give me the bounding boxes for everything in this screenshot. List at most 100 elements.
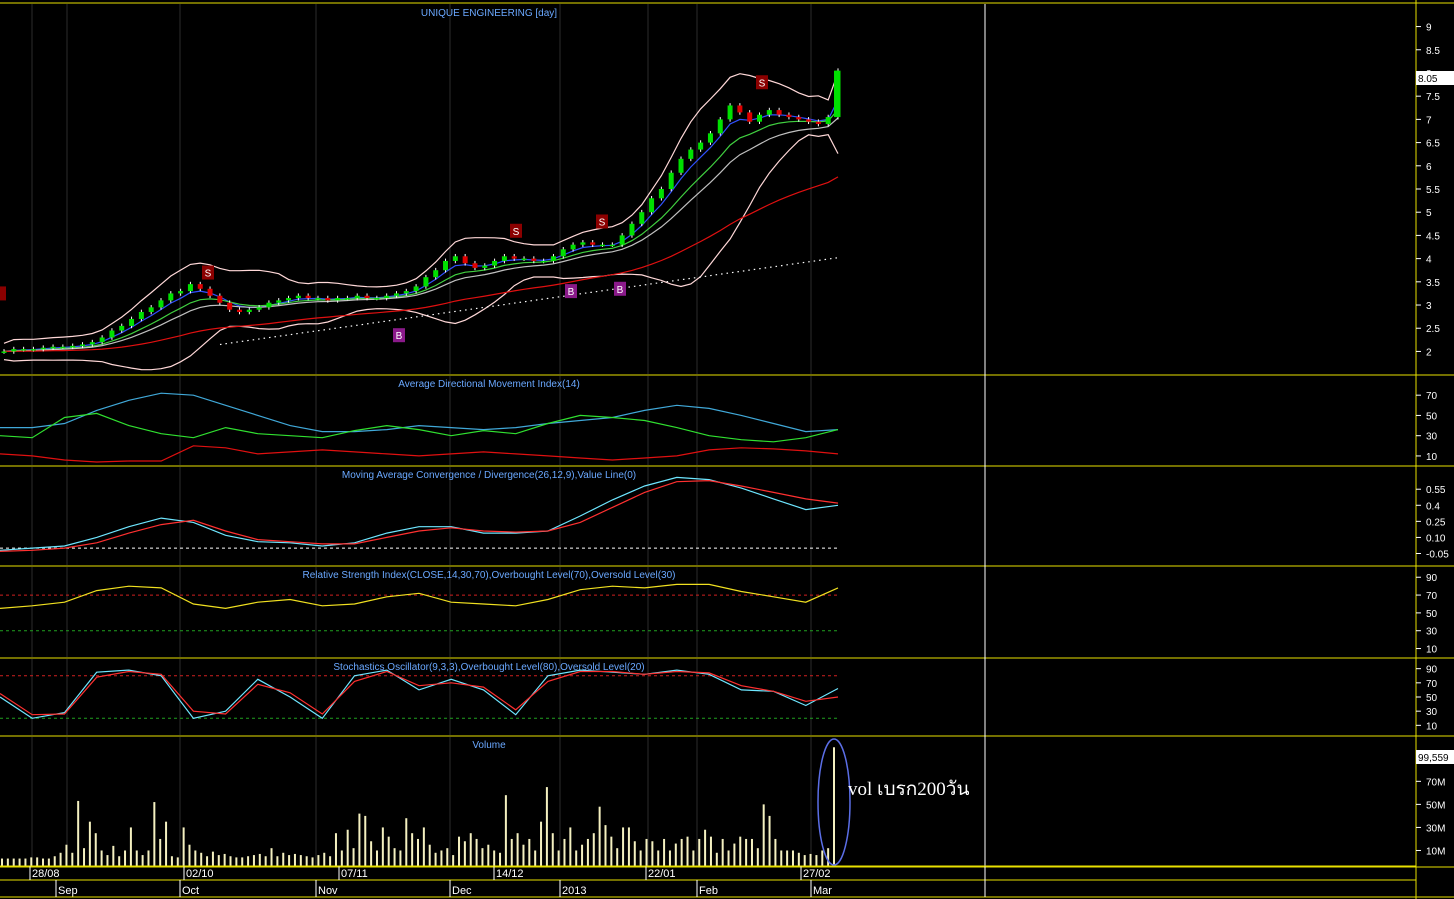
axis-tick-label: 10 — [1426, 721, 1438, 732]
volume-bar — [721, 838, 724, 866]
axis-tick-label: 4.5 — [1426, 231, 1440, 242]
candle-body — [619, 235, 625, 245]
volume-bar — [393, 848, 396, 866]
axis-tick-label: 5.5 — [1426, 185, 1440, 196]
volume-bar — [417, 838, 419, 866]
indicator-line — [0, 392, 839, 433]
volume-breakout-annotation: vol เบรก200วัน — [848, 779, 970, 800]
volume-bar — [786, 850, 789, 866]
volume-bar — [750, 838, 753, 866]
volume-bar — [774, 838, 777, 866]
volume-bar — [170, 856, 173, 866]
stochastic-panel: Stochastics Oscillator(9,3,3),Overbought… — [0, 662, 839, 720]
candle-body — [609, 244, 615, 247]
axis-tick-label: 30 — [1426, 707, 1438, 718]
candle-body — [207, 288, 213, 296]
axis-tick-label: 50 — [1426, 693, 1438, 704]
volume-bar — [709, 836, 712, 866]
volume-bar — [83, 848, 86, 866]
volume-bar — [463, 841, 466, 866]
volume-bar — [493, 850, 496, 866]
axis-tick-label: -0.05 — [1426, 550, 1449, 561]
volume-bar — [311, 857, 314, 866]
volume-bar — [715, 852, 718, 866]
volume-bar — [698, 838, 701, 866]
adx-panel-title: Average Directional Movement Index(14) — [398, 379, 580, 390]
volume-bar — [264, 856, 267, 866]
volume-bar — [592, 833, 595, 866]
volume-bar — [733, 843, 736, 866]
chart-canvas: UNIQUE ENGINEERING [day] S S S S B B B Average… — [0, 0, 1454, 899]
candle-body — [70, 345, 76, 348]
volume-bar — [657, 850, 660, 866]
volume-bar — [534, 850, 537, 866]
axis-tick-label: 3.5 — [1426, 278, 1440, 289]
candle-body — [227, 302, 233, 310]
candle-body — [776, 110, 782, 115]
volume-bar — [288, 855, 291, 866]
volume-bar — [469, 833, 472, 866]
volume-bar — [59, 852, 62, 866]
volume-bar — [481, 848, 484, 866]
axis-tick-label: 0.25 — [1426, 517, 1446, 528]
volume-bar — [633, 841, 636, 866]
volume-bar — [182, 827, 185, 866]
volume-bar — [106, 855, 109, 866]
volume-bar — [94, 833, 97, 866]
volume-bar — [768, 815, 771, 866]
candle-body — [492, 260, 498, 266]
axis-tick-label: 90 — [1426, 573, 1438, 584]
volume-bar — [428, 844, 431, 866]
candle-body — [825, 117, 831, 125]
candle-body — [815, 121, 821, 125]
candle-body — [678, 158, 684, 173]
candle-body — [462, 256, 468, 264]
indicator-line — [0, 412, 839, 443]
volume-bar — [323, 852, 326, 866]
volume-bar — [827, 848, 830, 866]
volume-bar — [381, 827, 384, 866]
candle-body — [806, 119, 812, 122]
volume-bar — [147, 850, 150, 866]
candle-body — [433, 270, 439, 278]
axis-tick-label: 10 — [1426, 645, 1438, 656]
candle-body — [384, 295, 390, 299]
volume-bar — [833, 747, 835, 866]
rsi-panel: Relative Strength Index(CLOSE,14,30,70),… — [0, 570, 839, 632]
candle-body — [99, 337, 105, 343]
candle-body — [217, 295, 223, 303]
time-axis-date-label: 22/01 — [648, 868, 676, 880]
axis-tick-label: 0.55 — [1426, 485, 1446, 496]
volume-bar — [100, 850, 103, 866]
volume-bar — [510, 838, 513, 866]
candle-body — [40, 347, 46, 350]
volume-bar — [446, 848, 449, 866]
time-axis-date-label: 27/02 — [803, 868, 831, 880]
axis-tick-label: 50M — [1426, 800, 1445, 811]
signal-label: B — [568, 287, 575, 298]
volume-bar — [153, 802, 156, 866]
time-axis[interactable]: 28/08 02/10 07/11 14/12 22/01 27/02 Sep Oct Nov D… — [29, 866, 832, 897]
axis-tick-label: 8.5 — [1426, 46, 1440, 57]
volume-bar — [340, 850, 343, 866]
price-axis[interactable]: 98.587.576.565.554.543.532.52705030100.5… — [1416, 23, 1449, 858]
axis-tick-label: 2 — [1426, 347, 1432, 358]
time-axis-date-label: 28/08 — [32, 868, 60, 880]
volume-bar — [516, 833, 519, 866]
volume-bar — [370, 841, 373, 866]
candle-body — [60, 346, 66, 349]
volume-bar — [276, 856, 279, 866]
ema-mid-line — [3, 109, 839, 352]
candle-body — [668, 172, 674, 189]
signal-label: S — [599, 217, 606, 228]
candle-body — [413, 286, 419, 292]
volume-bar — [18, 858, 21, 866]
candle-body — [786, 114, 792, 118]
indicator-line — [0, 445, 839, 463]
candle-body — [590, 242, 596, 245]
volume-bar — [317, 855, 320, 866]
candle-body — [315, 298, 321, 300]
volume-bar — [622, 827, 625, 866]
volume-bar — [211, 851, 214, 866]
signal-label: S — [205, 269, 212, 280]
